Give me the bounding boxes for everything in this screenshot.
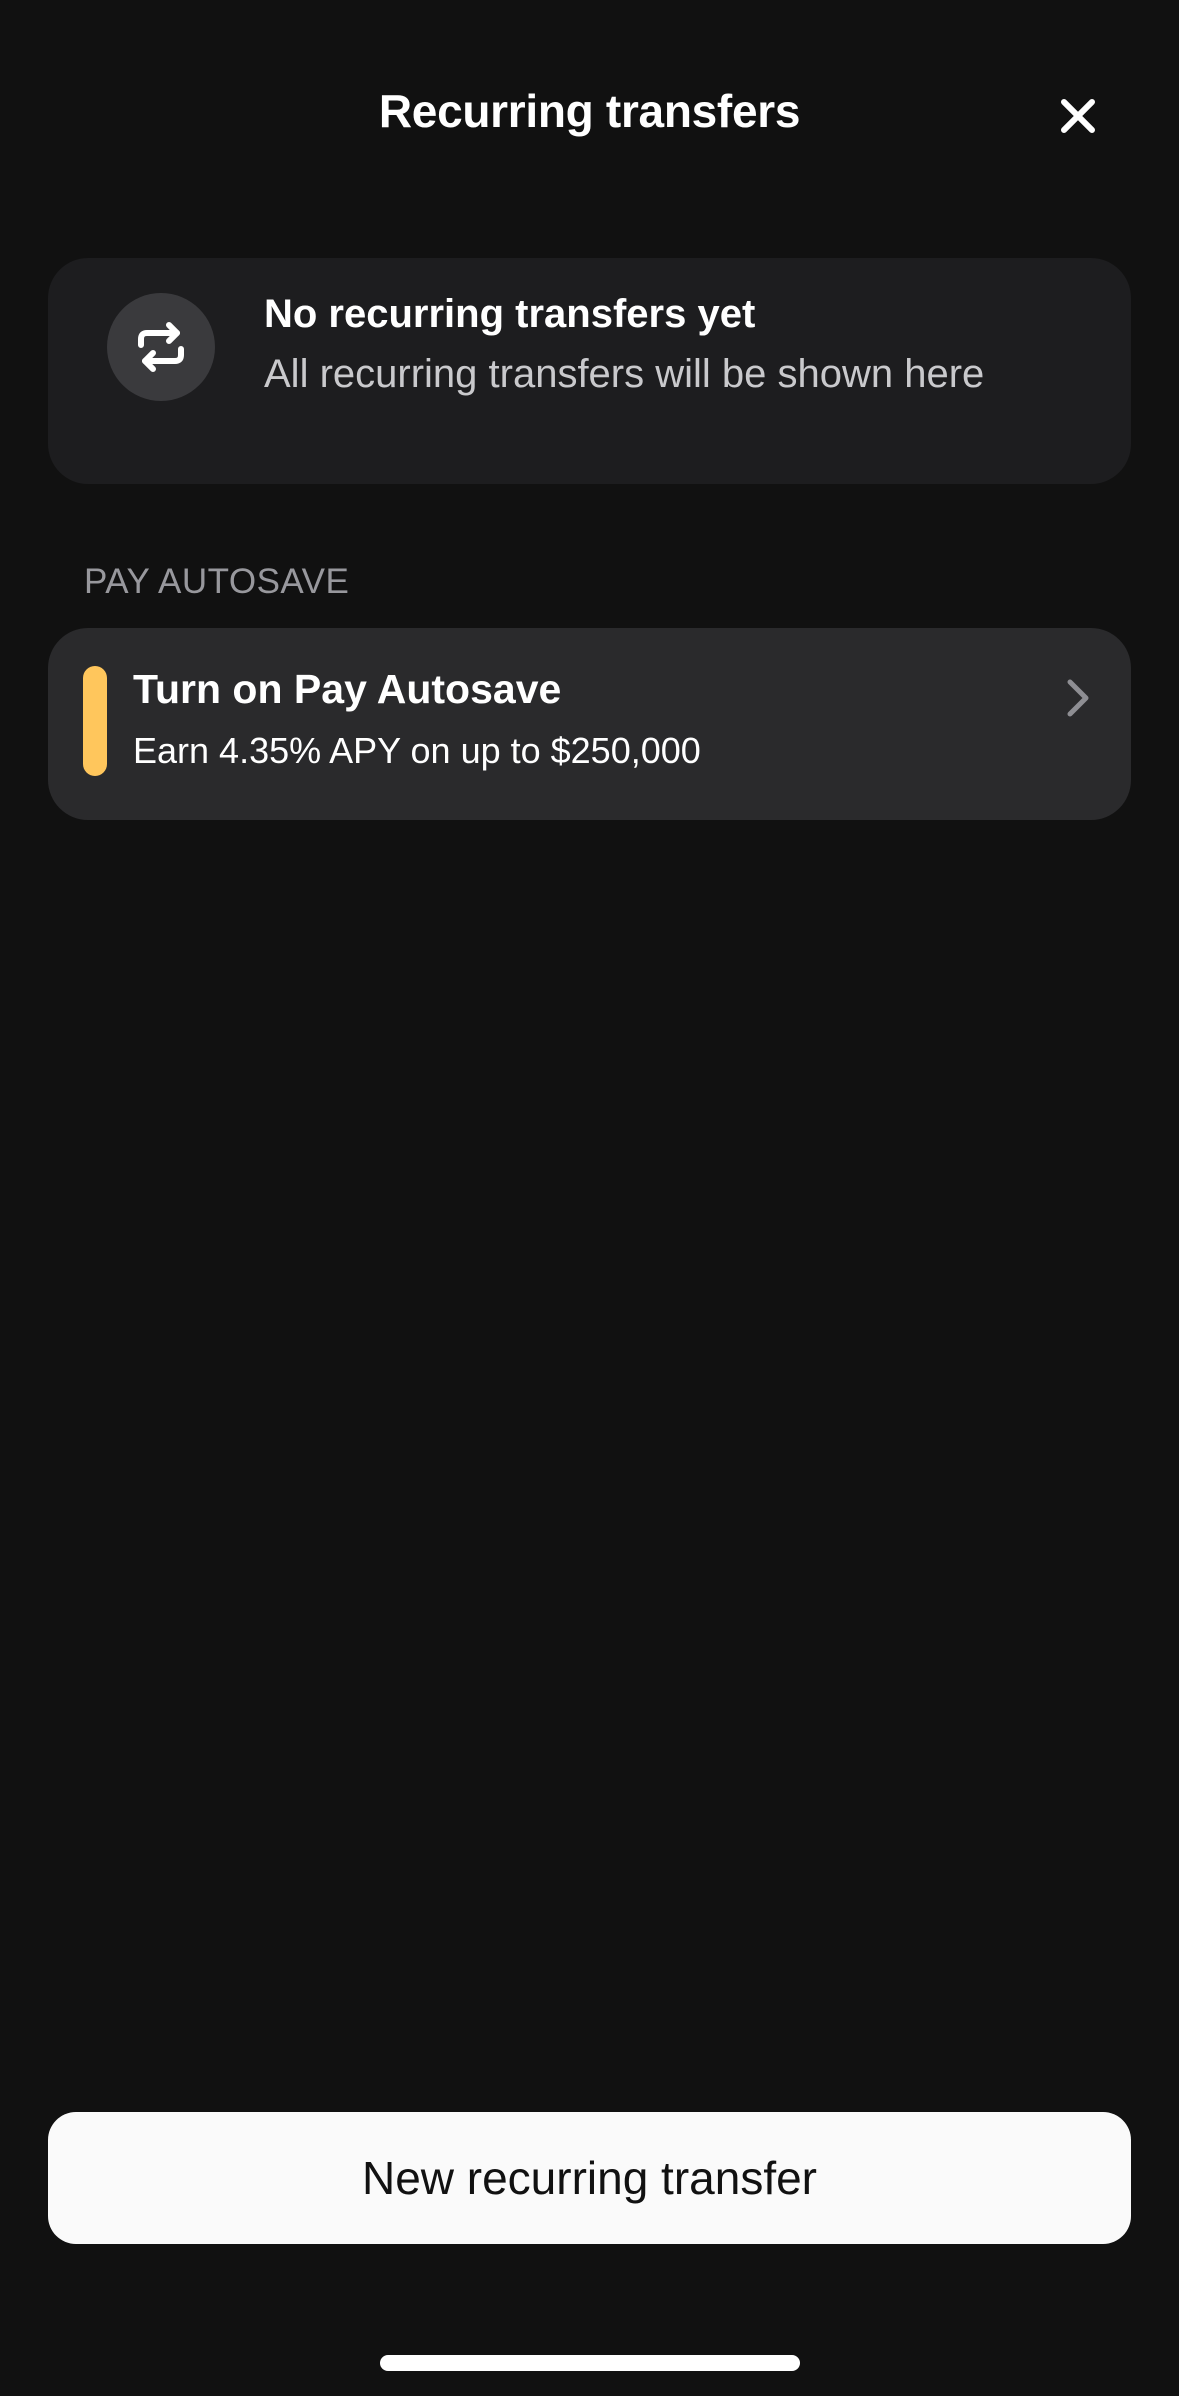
- empty-state-subtitle: All recurring transfers will be shown he…: [264, 352, 985, 396]
- header: Recurring transfers: [0, 0, 1179, 230]
- home-indicator: [380, 2355, 800, 2371]
- close-button[interactable]: [1046, 84, 1110, 148]
- section-label-pay-autosave: PAY AUTOSAVE: [84, 562, 350, 601]
- autosave-subtitle: Earn 4.35% APY on up to $250,000: [133, 730, 701, 771]
- pay-autosave-row[interactable]: Turn on Pay Autosave Earn 4.35% APY on u…: [48, 628, 1131, 820]
- repeat-icon-badge: [107, 293, 215, 401]
- empty-state-card: No recurring transfers yet All recurring…: [48, 258, 1131, 484]
- repeat-icon: [138, 322, 184, 372]
- close-icon: [1061, 99, 1095, 133]
- autosave-accent-bar: [83, 666, 107, 776]
- autosave-title: Turn on Pay Autosave: [133, 666, 562, 712]
- chevron-right-icon: [1067, 679, 1089, 717]
- empty-state-title: No recurring transfers yet: [264, 292, 756, 336]
- page-title: Recurring transfers: [378, 85, 801, 137]
- new-recurring-transfer-button[interactable]: New recurring transfer: [48, 2112, 1131, 2244]
